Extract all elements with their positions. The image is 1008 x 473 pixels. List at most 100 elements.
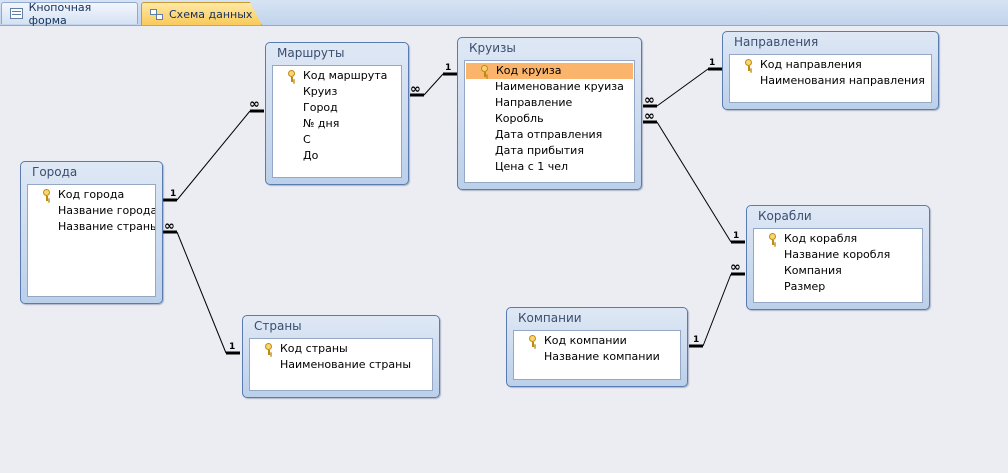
relationship-one-label: 1 [733, 231, 739, 241]
table-title[interactable]: Круизы [458, 38, 641, 59]
document-tab-strip: Кнопочная форма Схема данных [0, 0, 1008, 27]
field-label: До [303, 149, 319, 162]
field-label: Наименование страны [280, 358, 412, 371]
field-list[interactable]: Код компании Название компании [513, 330, 681, 380]
tab-relationships[interactable]: Схема данных [141, 2, 262, 25]
field-item[interactable]: Наименование страны [250, 357, 432, 373]
field-item[interactable]: До [273, 148, 401, 164]
field-label: Город [303, 101, 338, 114]
relationship-line-kompanii-korabli[interactable]: 1 ∞ [689, 260, 745, 348]
relationship-many-label: ∞ [644, 93, 655, 108]
field-label: Дата отправления [495, 128, 603, 141]
table-title[interactable]: Города [21, 162, 162, 183]
field-label: Название компании [544, 350, 660, 363]
form-icon [10, 8, 23, 19]
relationship-many-label: ∞ [730, 260, 741, 275]
field-label: Наименование круиза [495, 80, 624, 93]
relationship-many-label: ∞ [164, 219, 175, 234]
relationship-many-label: ∞ [644, 109, 655, 124]
table-title[interactable]: Направления [723, 32, 938, 53]
field-item[interactable]: Название компании [514, 349, 680, 365]
field-item[interactable]: Название города [28, 203, 155, 219]
field-label: С [303, 133, 311, 146]
field-label: Размер [784, 280, 826, 293]
field-label: Код города [58, 188, 125, 201]
relationship-line-strany-goroda[interactable]: ∞ 1 [163, 219, 240, 355]
field-list[interactable]: Код корабля Название коробля Компания Ра… [753, 228, 923, 303]
relationship-one-label: 1 [693, 335, 699, 345]
field-label: Название страны [58, 220, 156, 233]
table-window-korabli[interactable]: Корабли Код корабля Название коробля Ком… [746, 205, 930, 310]
primary-key-icon [745, 59, 753, 71]
field-list[interactable]: Код круиза Наименование круиза Направлен… [464, 60, 635, 183]
field-list[interactable]: Код маршрута Круиз Город № дня С До [272, 65, 402, 178]
field-item[interactable]: Код страны [250, 341, 432, 357]
field-item[interactable]: Код корабля [754, 231, 922, 247]
relationship-one-label: 1 [170, 189, 176, 199]
field-item[interactable]: Наименования направления [730, 73, 931, 89]
primary-key-icon [288, 70, 296, 82]
field-item[interactable]: Цена с 1 чел [465, 159, 634, 175]
field-list[interactable]: Код страны Наименование страны [249, 338, 433, 391]
field-item[interactable]: Код направления [730, 57, 931, 73]
field-item[interactable]: Наименование круиза [465, 79, 634, 95]
field-label: Код направления [760, 58, 862, 71]
field-list[interactable]: Код города Название города Название стра… [27, 184, 156, 297]
field-label: Круиз [303, 85, 338, 98]
field-label: Название коробля [784, 248, 891, 261]
primary-key-icon [769, 233, 777, 245]
table-title[interactable]: Маршруты [266, 43, 408, 64]
field-item[interactable]: Код города [28, 187, 155, 203]
table-window-kompanii[interactable]: Компании Код компании Название компании [506, 307, 688, 387]
tab-switchboard-form[interactable]: Кнопочная форма [1, 0, 138, 27]
field-item[interactable]: Направление [465, 95, 634, 111]
tab-label: Схема данных [169, 7, 253, 21]
field-item[interactable]: № дня [273, 116, 401, 132]
table-title[interactable]: Страны [243, 316, 439, 337]
field-label: Дата прибытия [495, 144, 584, 157]
field-item[interactable]: Компания [754, 263, 922, 279]
relationship-one-label: 1 [445, 63, 451, 73]
field-item[interactable]: Название коробля [754, 247, 922, 263]
field-list[interactable]: Код направления Наименования направления [729, 54, 932, 103]
table-window-marshruty[interactable]: Маршруты Код маршрута Круиз Город № дня … [265, 42, 409, 185]
table-window-kruizy[interactable]: Круизы Код круиза Наименование круиза На… [457, 37, 642, 190]
field-label: Направление [495, 96, 573, 109]
field-label: Компания [784, 264, 842, 277]
relationship-one-label: 1 [229, 342, 235, 352]
primary-key-icon [529, 335, 537, 347]
field-label: Наименования направления [760, 74, 925, 87]
field-label: Код компании [544, 334, 627, 347]
field-item[interactable]: Круиз [273, 84, 401, 100]
field-label: Код страны [280, 342, 348, 355]
field-item[interactable]: Код компании [514, 333, 680, 349]
primary-key-icon [43, 189, 51, 201]
field-item-selected[interactable]: Код круиза [466, 63, 633, 79]
relationship-line-napravleniya-kruizy[interactable]: ∞ 1 [643, 58, 722, 108]
field-item[interactable]: Коробль [465, 111, 634, 127]
field-label: № дня [303, 117, 340, 130]
field-item[interactable]: С [273, 132, 401, 148]
table-title[interactable]: Компании [507, 308, 687, 329]
field-item[interactable]: Город [273, 100, 401, 116]
field-item[interactable]: Дата отправления [465, 127, 634, 143]
relationship-many-label: ∞ [410, 82, 421, 97]
field-item[interactable]: Название страны [28, 219, 155, 235]
table-window-goroda[interactable]: Города Код города Название города Назван… [20, 161, 163, 304]
relationship-one-label: 1 [709, 58, 715, 68]
field-label: Название города [58, 204, 156, 217]
relationship-line-kruizy-marshruty[interactable]: ∞ 1 [410, 63, 457, 97]
field-item[interactable]: Дата прибытия [465, 143, 634, 159]
relationship-line-goroda-marshruty[interactable]: 1 ∞ [163, 97, 264, 202]
primary-key-icon [481, 65, 489, 77]
relationship-line-korabli-kruizy[interactable]: ∞ 1 [643, 109, 745, 244]
tab-label: Кнопочная форма [28, 0, 92, 27]
table-window-napravleniya[interactable]: Направления Код направления Наименования… [722, 31, 939, 110]
table-title[interactable]: Корабли [747, 206, 929, 227]
relationships-icon [150, 8, 163, 20]
field-label: Коробль [495, 112, 544, 125]
table-window-strany[interactable]: Страны Код страны Наименование страны [242, 315, 440, 398]
field-item[interactable]: Код маршрута [273, 68, 401, 84]
field-label: Код маршрута [303, 69, 388, 82]
field-item[interactable]: Размер [754, 279, 922, 295]
